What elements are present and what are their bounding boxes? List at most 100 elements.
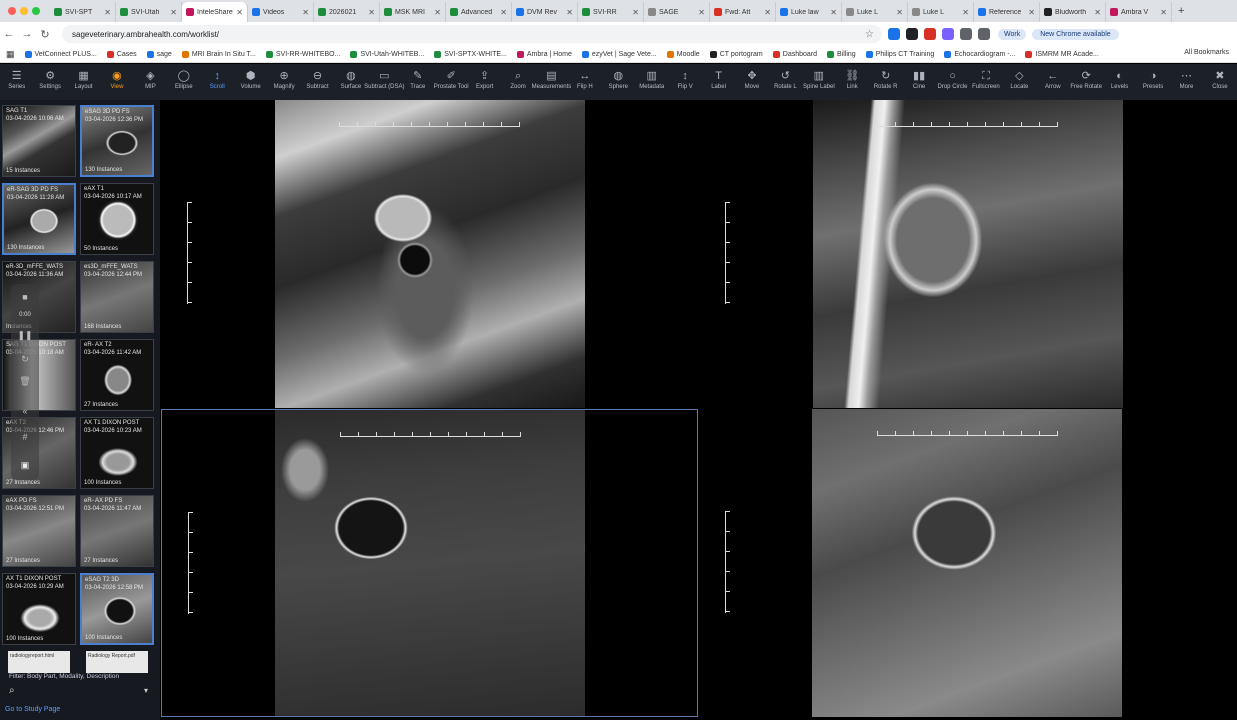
browser-tab[interactable]: Luke L ✕ <box>908 2 974 22</box>
browser-tab[interactable]: Reference ✕ <box>974 2 1040 22</box>
tab-close-icon[interactable]: ✕ <box>302 8 309 17</box>
browser-tab[interactable]: Videos ✕ <box>248 2 314 22</box>
bookmark-item[interactable]: SVI-Utah-WHITEB... <box>350 50 424 58</box>
flip-h-tool[interactable]: ↔ Flip H <box>568 64 601 100</box>
bookmark-star-icon[interactable]: ☆ <box>865 29 874 40</box>
spine-label-tool[interactable]: ▥ Spine Label <box>802 64 835 100</box>
bookmark-item[interactable]: ISMRM MR Acade... <box>1025 50 1099 58</box>
download-icon[interactable] <box>978 28 990 40</box>
bookmark-item[interactable]: CT portogram <box>709 50 763 58</box>
bookmark-item[interactable]: Moodle <box>666 50 700 58</box>
tab-close-icon[interactable]: ✕ <box>830 8 837 17</box>
tab-close-icon[interactable]: ✕ <box>500 8 507 17</box>
arrow-tool[interactable]: ← Arrow <box>1036 64 1069 100</box>
viewport-bottom-right[interactable] <box>699 409 1237 717</box>
browser-tab[interactable]: DVM Rev ✕ <box>512 2 578 22</box>
bookmark-item[interactable]: Ambra | Home <box>516 50 572 58</box>
rotate-left-tool[interactable]: ↺ Rotate L <box>769 64 802 100</box>
url-input[interactable]: sageveterinary.ambrahealth.com/worklist/… <box>62 25 882 43</box>
apps-grid-icon[interactable]: ▦ <box>6 49 15 60</box>
close-tool[interactable]: ✖ Close <box>1203 64 1236 100</box>
series-thumbnail[interactable]: AX T1 DIXON POST 03-04-2026 10:23 AM 100 I… <box>80 417 154 489</box>
view-tool[interactable]: ◉ View <box>100 64 133 100</box>
tab-close-icon[interactable]: ✕ <box>104 8 111 17</box>
forward-icon[interactable]: → <box>18 28 36 40</box>
bookmark-item[interactable]: Echocardiogram -... <box>944 50 1015 58</box>
trash-icon[interactable]: 🗑 <box>11 376 39 387</box>
browser-tab[interactable]: SVI-RR ✕ <box>578 2 644 22</box>
browser-tab[interactable]: Bludworth ✕ <box>1040 2 1106 22</box>
tab-close-icon[interactable]: ✕ <box>698 8 705 17</box>
reload-icon[interactable]: ↻ <box>36 28 54 41</box>
series-thumbnail[interactable]: eSAG T2 3D 03-04-2026 12:58 PM 100 Instanc… <box>80 573 154 645</box>
tab-close-icon[interactable]: ✕ <box>566 8 573 17</box>
viewport-bottom-left-active[interactable] <box>161 409 698 717</box>
tab-close-icon[interactable]: ✕ <box>368 8 375 17</box>
browser-tab[interactable]: Luke law ✕ <box>776 2 842 22</box>
window-minimize-dot[interactable] <box>20 7 28 15</box>
settings-tool[interactable]: ⚙ Settings <box>33 64 66 100</box>
series-thumbnail[interactable]: eR- AX PD FS 03-04-2026 11:47 AM 27 Instan… <box>80 495 154 567</box>
tab-close-icon[interactable]: ✕ <box>1094 8 1101 17</box>
measurements-tool[interactable]: ▤ Measurements <box>532 64 572 100</box>
camera-icon[interactable]: ▣ <box>11 460 39 471</box>
browser-tab[interactable]: InteleShare ✕ <box>182 2 248 22</box>
update-chrome-button[interactable]: New Chrome available <box>1032 28 1119 40</box>
rewind-icon[interactable]: « <box>11 406 39 416</box>
extensions-puzzle-icon[interactable] <box>960 28 972 40</box>
free-rotate-tool[interactable]: ⟳ Free Rotate <box>1070 64 1103 100</box>
flip-v-tool[interactable]: ↕ Flip V <box>668 64 701 100</box>
sphere-tool[interactable]: ◍ Sphere <box>602 64 635 100</box>
extension-icon[interactable] <box>906 28 918 40</box>
surface-tool[interactable]: ◍ Surface <box>334 64 367 100</box>
tab-close-icon[interactable]: ✕ <box>236 8 243 17</box>
report-thumbnail[interactable]: Radiology Report.pdf <box>86 651 148 673</box>
window-close-dot[interactable] <box>8 7 16 15</box>
filter-dropdown-icon[interactable]: ▾ <box>144 686 148 695</box>
bookmark-item[interactable]: Cases <box>106 50 137 58</box>
link-tool[interactable]: ⛓ Link <box>836 64 869 100</box>
stop-icon[interactable]: ■ <box>11 292 39 302</box>
locate-tool[interactable]: ◇ Locate <box>1003 64 1036 100</box>
extension-icon[interactable] <box>942 28 954 40</box>
browser-tab[interactable]: Advanced ✕ <box>446 2 512 22</box>
browser-tab[interactable]: Fwd: Att ✕ <box>710 2 776 22</box>
bookmark-item[interactable]: VetConnect PLUS... <box>24 50 97 58</box>
series-thumbnail[interactable]: eR- AX T2 03-04-2026 11:42 AM 27 Instances <box>80 339 154 411</box>
viewport-top-right[interactable] <box>699 100 1237 408</box>
export-tool[interactable]: ⇪ Export <box>468 64 501 100</box>
browser-tab[interactable]: 2026021 ✕ <box>314 2 380 22</box>
tab-close-icon[interactable]: ✕ <box>632 8 639 17</box>
bookmark-item[interactable]: SVI-SPTX-WHITE... <box>434 50 507 58</box>
series-thumbnail[interactable]: es3D_mFFE_WATS 03-04-2026 12:44 PM 168 Ins… <box>80 261 154 333</box>
cine-tool[interactable]: ▮▮ Cine <box>902 64 935 100</box>
bookmark-item[interactable]: sage <box>146 50 172 58</box>
layout-tool[interactable]: ▦ Layout <box>67 64 100 100</box>
prostate-tool[interactable]: ✐ Prostate Tool <box>434 64 469 100</box>
series-tool[interactable]: ☰ Series <box>0 64 33 100</box>
restart-icon[interactable]: ↻ <box>11 354 39 365</box>
series-thumbnail[interactable]: AX T1 DIXON POST 03-04-2026 10:29 AM 100 I… <box>2 573 76 645</box>
tab-close-icon[interactable]: ✕ <box>434 8 441 17</box>
presets-tool[interactable]: ◑ Presets <box>1136 64 1169 100</box>
tab-close-icon[interactable]: ✕ <box>764 8 771 17</box>
label-tool[interactable]: T Label <box>702 64 735 100</box>
new-tab-icon[interactable]: + <box>1178 5 1184 17</box>
subtract-tool[interactable]: ⊖ Subtract <box>301 64 334 100</box>
profile-badge[interactable]: Work <box>998 28 1027 40</box>
extension-icon[interactable] <box>888 28 900 40</box>
bookmark-item[interactable]: MRI Brain In Situ T... <box>181 50 256 58</box>
filter-search-icon[interactable]: ⌕ <box>9 685 15 696</box>
back-icon[interactable]: ← <box>0 28 18 40</box>
move-tool[interactable]: ✥ Move <box>735 64 768 100</box>
tab-close-icon[interactable]: ✕ <box>962 8 969 17</box>
browser-tab[interactable]: Luke L ✕ <box>842 2 908 22</box>
metadata-tool[interactable]: ▥ Metadata <box>635 64 668 100</box>
rotate-right-tool[interactable]: ↻ Rotate R <box>869 64 902 100</box>
report-thumbnail[interactable]: radiologyreport.html <box>8 651 70 673</box>
tab-close-icon[interactable]: ✕ <box>1160 8 1167 17</box>
volume-tool[interactable]: ⬢ Volume <box>234 64 267 100</box>
browser-tab[interactable]: SVI-Utah ✕ <box>116 2 182 22</box>
browser-tab[interactable]: SVI-SPT ✕ <box>50 2 116 22</box>
series-thumbnail[interactable]: eR-SAG 3D PD FS 03-04-2026 11:28 AM 130 In… <box>2 183 76 255</box>
